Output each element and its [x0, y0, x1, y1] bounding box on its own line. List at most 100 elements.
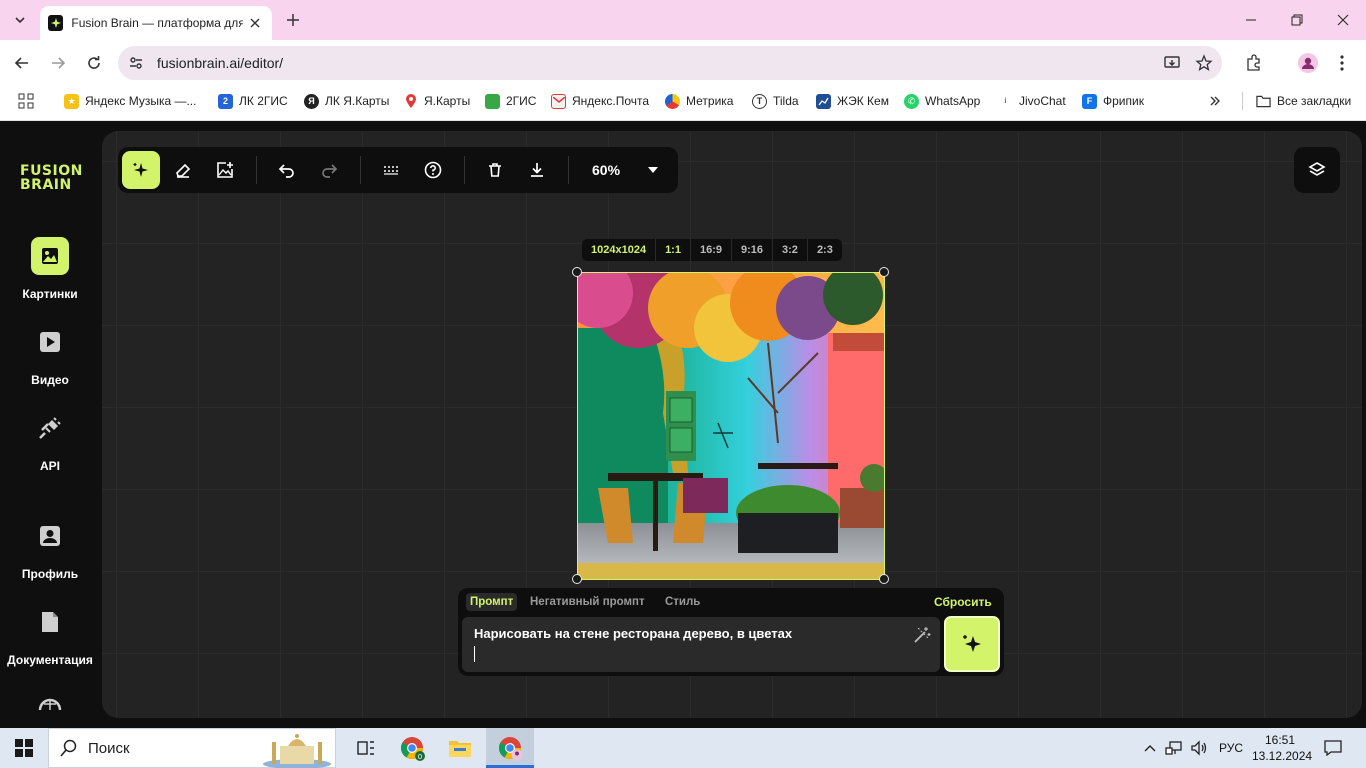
trash-icon: [489, 163, 501, 177]
ratio-1-1[interactable]: 1:1: [656, 239, 691, 261]
ratio-9-16[interactable]: 9:16: [732, 239, 774, 261]
nav-item-api[interactable]: API: [0, 409, 100, 473]
bookmark-label: Tilda: [773, 94, 799, 108]
close-tab-icon[interactable]: [247, 14, 264, 32]
ratio-2-3[interactable]: 2:3: [808, 239, 842, 261]
site-info-icon[interactable]: [125, 52, 147, 74]
tab-title: Fusion Brain — платформа для: [71, 16, 243, 30]
generated-image[interactable]: [577, 272, 885, 580]
resize-handle-bottom-right[interactable]: [879, 574, 889, 584]
svg-text:0: 0: [418, 753, 422, 761]
undo-icon: [278, 164, 294, 178]
generate-button[interactable]: [944, 616, 1000, 672]
bookmark-item[interactable]: ★ Яндекс Музыка —...: [64, 92, 196, 110]
redo-button[interactable]: [310, 151, 348, 189]
browser-menu-icon[interactable]: [1330, 51, 1354, 75]
yandex-music-icon: ★: [64, 93, 79, 109]
map-pin-icon: [403, 93, 418, 109]
apps-grid-icon[interactable]: [18, 92, 34, 110]
zoom-dropdown-button[interactable]: [634, 151, 672, 189]
system-clock[interactable]: 16:51 13.12.2024: [1252, 732, 1312, 764]
prompt-text[interactable]: Нарисовать на стене ресторана дерево, в …: [474, 626, 792, 641]
bookmark-item[interactable]: 2 ЛК 2ГИС: [218, 92, 288, 110]
magic-wand-button[interactable]: [912, 625, 932, 645]
taskbar-file-explorer[interactable]: [436, 728, 484, 768]
bookmarks-divider: [1242, 92, 1243, 110]
restore-button[interactable]: [1274, 0, 1320, 40]
new-tab-button[interactable]: [282, 9, 304, 31]
nav-item-video[interactable]: Видео: [0, 323, 100, 387]
bookmark-item[interactable]: 2ГИС: [485, 92, 536, 110]
url-text[interactable]: fusionbrain.ai/editor/: [157, 55, 283, 71]
undo-button[interactable]: [268, 151, 306, 189]
start-button[interactable]: [0, 728, 48, 768]
help-button[interactable]: [414, 151, 452, 189]
task-view-button[interactable]: [342, 728, 390, 768]
ratio-16-9[interactable]: 16:9: [691, 239, 732, 261]
notifications-icon[interactable]: [1323, 738, 1343, 758]
delete-button[interactable]: [476, 151, 514, 189]
layers-button[interactable]: [1294, 147, 1340, 193]
install-app-icon[interactable]: [1160, 51, 1184, 75]
download-button[interactable]: [518, 151, 556, 189]
bookmark-item[interactable]: Яндекс.Почта: [551, 92, 649, 110]
minimize-button[interactable]: [1228, 0, 1274, 40]
close-window-button[interactable]: [1320, 0, 1366, 40]
restaurant-mural-image: [578, 273, 884, 579]
address-bar[interactable]: [118, 46, 1222, 80]
fusion-brain-logo[interactable]: FUSION BRAIN: [20, 164, 83, 192]
forward-button[interactable]: [45, 50, 71, 76]
nav-label: API: [39, 459, 60, 473]
zoom-value[interactable]: 60%: [592, 162, 620, 178]
add-image-button[interactable]: [206, 151, 244, 189]
magic-wand-icon: [914, 627, 931, 643]
bookmark-label: Метрика: [686, 94, 734, 108]
browser-tab[interactable]: Fusion Brain — платформа для: [40, 6, 272, 40]
nav-label: Документация: [7, 653, 93, 667]
tab-negative-prompt[interactable]: Негативный промпт: [526, 593, 649, 611]
tab-style[interactable]: Стиль: [661, 593, 704, 611]
tab-search-button[interactable]: [6, 8, 34, 32]
resize-handle-top-right[interactable]: [879, 267, 889, 277]
bookmark-item[interactable]: ʲ JivoChat: [998, 92, 1066, 110]
toolbar-divider: [568, 156, 569, 184]
plug-icon: [31, 409, 69, 447]
bookmark-item[interactable]: T Tilda: [752, 92, 799, 110]
resize-handle-top-left[interactable]: [572, 267, 582, 277]
input-language[interactable]: РУС: [1219, 741, 1243, 755]
bookmark-item[interactable]: Я.Карты: [403, 92, 470, 110]
reload-button[interactable]: [81, 50, 107, 76]
all-bookmarks-button[interactable]: Все закладки: [1256, 92, 1351, 110]
toolbar-divider: [256, 156, 257, 184]
chrome-icon: 0: [401, 737, 425, 761]
nav-item-profile[interactable]: Профиль: [0, 517, 100, 581]
tray-overflow-icon[interactable]: [1140, 738, 1160, 758]
bookmark-label: 2ГИС: [506, 94, 537, 108]
globe-icon[interactable]: [38, 696, 62, 715]
bookmark-star-icon[interactable]: [1192, 51, 1216, 75]
ratio-3-2[interactable]: 3:2: [773, 239, 808, 261]
network-icon[interactable]: [1164, 738, 1184, 758]
bookmark-item[interactable]: ✆ WhatsApp: [904, 92, 980, 110]
bookmark-item[interactable]: ЖЭК Кем: [816, 92, 889, 110]
extensions-icon[interactable]: [1242, 51, 1266, 75]
nav-item-images[interactable]: Картинки: [0, 237, 100, 301]
bookmark-item[interactable]: Метрика: [665, 92, 733, 110]
profile-avatar-icon[interactable]: [1296, 51, 1320, 75]
reset-button[interactable]: Сбросить: [934, 595, 992, 609]
tab-prompt[interactable]: Промпт: [466, 593, 518, 611]
eraser-tool-button[interactable]: [164, 151, 202, 189]
volume-icon[interactable]: [1189, 738, 1209, 758]
chevron-down-icon: [15, 17, 25, 24]
resize-handle-bottom-left[interactable]: [572, 574, 582, 584]
bookmark-item[interactable]: F Фрипик: [1082, 92, 1144, 110]
back-button[interactable]: [9, 50, 35, 76]
nav-item-docs[interactable]: Документация: [0, 603, 100, 667]
taskbar-chrome-active[interactable]: [486, 728, 534, 768]
taskbar-chrome[interactable]: 0: [388, 728, 436, 768]
bookmarks-overflow-icon[interactable]: [1209, 92, 1221, 110]
bookmark-label: WhatsApp: [925, 94, 981, 108]
bookmark-item[interactable]: Я ЛК Я.Карты: [304, 92, 389, 110]
generate-tool-button[interactable]: [122, 151, 160, 189]
grid-toggle-button[interactable]: [372, 151, 410, 189]
